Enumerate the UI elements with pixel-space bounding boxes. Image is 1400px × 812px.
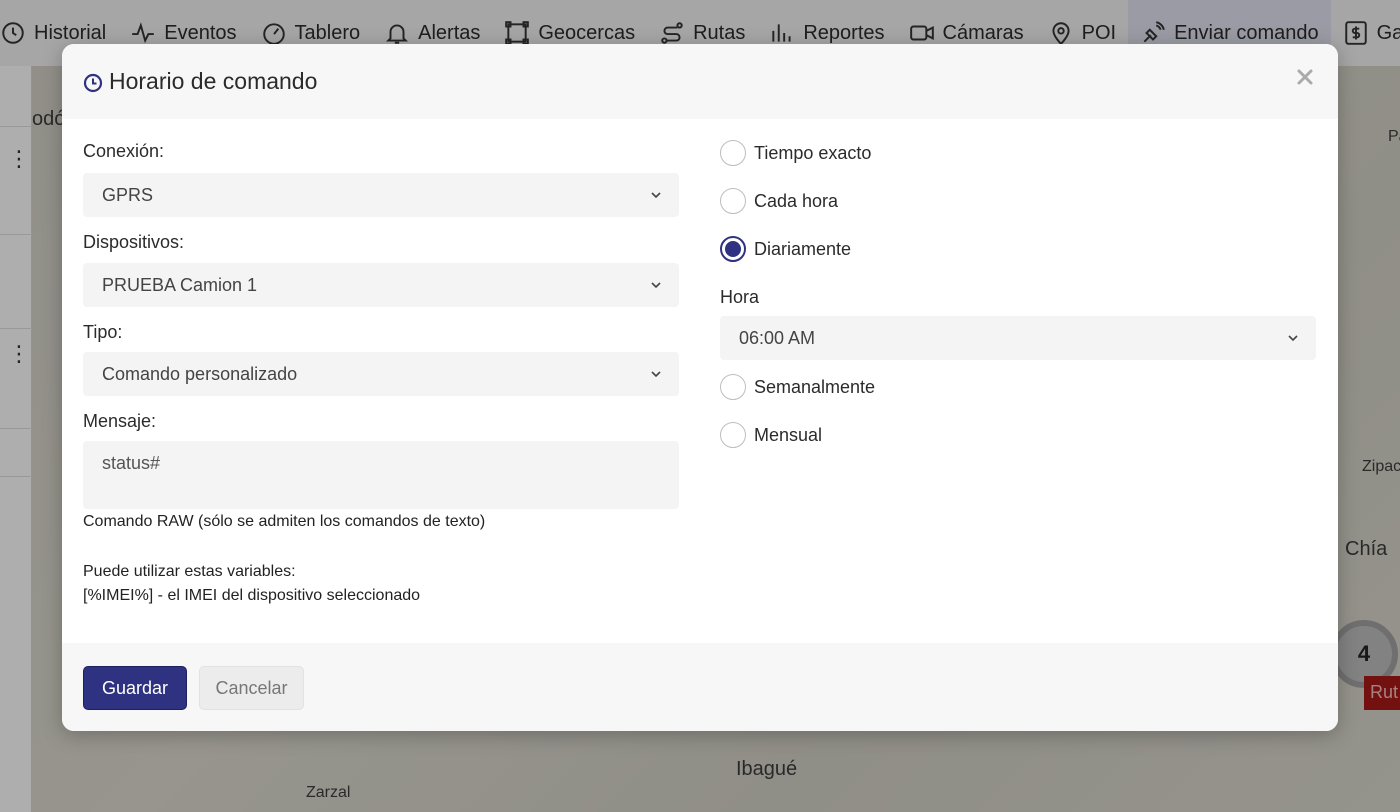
message-textarea[interactable]: status# (83, 441, 679, 509)
radio-daily[interactable]: Diariamente (720, 236, 851, 262)
modal-header: Horario de comando (62, 44, 1338, 119)
radio-weekly[interactable]: Semanalmente (720, 374, 875, 400)
raw-command-help: Comando RAW (sólo se admiten los comando… (83, 513, 486, 530)
hour-select[interactable]: 06:00 AM (720, 316, 1316, 360)
connection-select[interactable]: GPRS (83, 173, 679, 217)
radio-exact-time[interactable]: Tiempo exacto (720, 140, 871, 166)
modal-footer: Guardar Cancelar (62, 643, 1338, 731)
hour-label: Hora (720, 287, 760, 307)
type-select[interactable]: Comando personalizado (83, 352, 679, 396)
radio-circle[interactable] (720, 188, 746, 214)
close-icon (1297, 69, 1313, 85)
hour-value: 06:00 AM (739, 327, 816, 348)
radio-monthly[interactable]: Mensual (720, 422, 822, 448)
imei-variable-help: [%IMEI%] - el IMEI del dispositivo selec… (83, 587, 421, 604)
modal-title: Horario de comando (109, 68, 318, 94)
radio-circle[interactable] (720, 140, 746, 166)
save-button[interactable]: Guardar (83, 666, 187, 710)
type-value: Comando personalizado (102, 363, 298, 384)
radio-label: Semanalmente (754, 376, 876, 397)
radio-label: Mensual (754, 424, 823, 445)
cancel-button[interactable]: Cancelar (199, 666, 304, 710)
modal-body: Conexión: GPRS Dispositivos: PRUEBA Cami… (62, 119, 1338, 643)
connection-value: GPRS (102, 184, 154, 205)
chevron-down-icon (651, 192, 661, 199)
message-label: Mensaje: (83, 411, 157, 431)
radio-label: Tiempo exacto (754, 142, 872, 163)
variables-help-title: Puede utilizar estas variables: (83, 563, 296, 580)
devices-label: Dispositivos: (83, 232, 185, 252)
radio-circle[interactable] (720, 422, 746, 448)
command-schedule-modal: Horario de comando Conexión: GPRS Dispos… (62, 44, 1338, 731)
devices-select[interactable]: PRUEBA Camion 1 (83, 263, 679, 307)
type-label: Tipo: (83, 322, 123, 342)
chevron-down-icon (651, 282, 661, 289)
close-button[interactable] (1294, 66, 1316, 88)
radio-hourly[interactable]: Cada hora (720, 188, 838, 214)
connection-label: Conexión: (83, 141, 165, 161)
radio-label: Diariamente (754, 238, 852, 259)
clock-icon (83, 70, 103, 93)
chevron-down-icon (651, 371, 661, 378)
chevron-down-icon (1288, 335, 1298, 342)
devices-value: PRUEBA Camion 1 (102, 274, 258, 295)
radio-circle[interactable] (720, 374, 746, 400)
radio-circle-selected[interactable] (720, 236, 746, 262)
radio-label: Cada hora (754, 190, 839, 211)
